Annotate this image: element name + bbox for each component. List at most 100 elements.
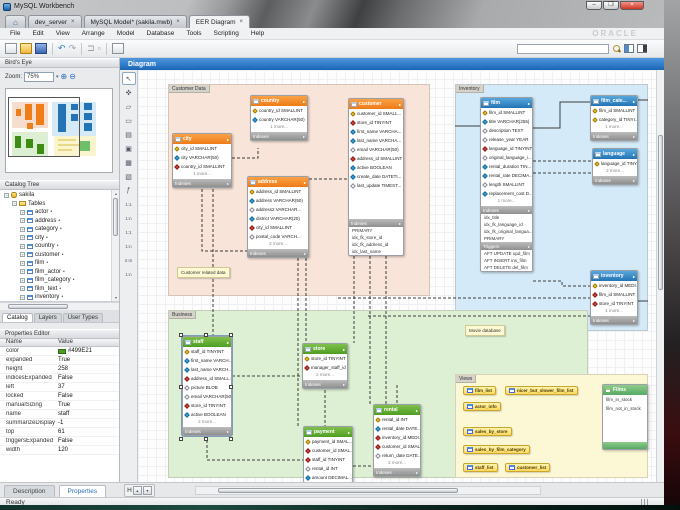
section-bar-indexes[interactable]: Indexes▸ <box>251 132 307 140</box>
collapse-arrow-icon[interactable]: ▸ <box>633 99 635 104</box>
property-row[interactable]: color#499E21 <box>0 347 119 356</box>
table-film[interactable]: film▸film_id SMALLINTtitle VARCHAR(255)d… <box>480 97 533 272</box>
column-row[interactable]: staff_id TINYINT <box>183 347 231 356</box>
title-bar[interactable]: MySQL Workbench – ❐ × <box>0 0 664 13</box>
table-inventory[interactable]: inventory▸inventory_id MEDI...film_id SM… <box>590 270 638 325</box>
expand-icon[interactable]: − <box>12 201 17 206</box>
routine-group-films[interactable]: Films film_in_stock film_not_in_stock <box>602 384 648 450</box>
collapse-arrow-icon[interactable]: ▸ <box>528 244 530 249</box>
expand-icon[interactable]: + <box>20 252 25 257</box>
eraser-tool[interactable]: ▱ <box>122 100 136 113</box>
collapse-arrow-icon[interactable]: ▸ <box>416 408 418 413</box>
column-row[interactable]: country VARCHAR(50) <box>251 115 307 124</box>
routine-item[interactable]: film_not_in_stock <box>603 404 647 413</box>
column-row[interactable]: film_id SMALLINT <box>481 108 532 117</box>
tree-item-film_actor[interactable]: +film_actor• <box>0 268 111 277</box>
column-row[interactable]: address VARCHAR(50) <box>248 196 308 205</box>
tree-vertical-scrollbar[interactable]: ▴ ▾ <box>111 190 119 301</box>
column-row[interactable]: email VARCHAR(50) <box>183 392 231 401</box>
close-icon[interactable]: × <box>240 19 244 25</box>
column-row[interactable]: rental_id INT <box>374 415 420 424</box>
more-columns-label[interactable]: 1 more... <box>591 124 637 132</box>
column-row[interactable]: create_date DATETI... <box>349 172 403 181</box>
tab-dev-server[interactable]: dev_server× <box>28 15 82 28</box>
layer-tool[interactable]: ▭ <box>122 114 136 127</box>
table-payment[interactable]: payment▸payment_id SMAL...customer_id SM… <box>303 426 353 482</box>
tab-user-types[interactable]: User Types <box>63 313 103 322</box>
more-columns-label[interactable]: 1 more... <box>481 198 532 206</box>
collapse-arrow-icon[interactable]: ▸ <box>303 99 305 104</box>
more-columns-label[interactable]: 2 more... <box>183 419 231 427</box>
collapse-arrow-icon[interactable]: ▸ <box>348 430 350 435</box>
more-columns-label[interactable]: 1 more... <box>591 308 637 316</box>
column-row[interactable]: postal_code VARCH... <box>248 232 308 241</box>
section-bar-indexes[interactable]: Indexes▸ <box>374 468 420 476</box>
collapse-arrow-icon[interactable]: ▸ <box>303 134 305 139</box>
section-bar-indexes[interactable]: Indexes▸ <box>173 179 231 187</box>
canvas-horizontal-scrollbar[interactable] <box>195 486 541 495</box>
more-columns-label[interactable]: 1 more... <box>251 124 307 132</box>
image-tool[interactable]: ▣ <box>122 142 136 155</box>
rel-1-n-existing-tool[interactable]: 1:n <box>122 268 136 281</box>
zoom-combo[interactable]: 75% <box>24 72 54 82</box>
table-header[interactable]: inventory▸ <box>591 271 637 281</box>
maximize-button[interactable]: ❐ <box>603 1 619 10</box>
diagram-canvas[interactable]: Customer Data Inventory Business Views <box>138 70 656 482</box>
section-bar-indexes[interactable]: Indexes▸ <box>591 316 637 324</box>
tree-item-address[interactable]: +address• <box>0 217 111 226</box>
table-rental[interactable]: rental▸rental_id INTrental_date DATE...i… <box>373 404 421 477</box>
section-bar-triggers[interactable]: Triggers▸ <box>481 242 532 250</box>
menu-help[interactable]: Help <box>245 30 270 37</box>
menu-tools[interactable]: Tools <box>180 30 207 37</box>
tree-item-country[interactable]: +country• <box>0 242 111 251</box>
expand-icon[interactable]: − <box>4 193 9 198</box>
view-actor-info[interactable]: actor_info <box>463 402 501 411</box>
column-row[interactable]: last_update TIMEST... <box>349 181 403 190</box>
expand-icon[interactable]: + <box>20 210 25 215</box>
column-row[interactable]: city VARCHAR(50) <box>173 153 231 162</box>
view-staff-list[interactable]: staff_list <box>463 463 498 472</box>
tab-eer-diagram[interactable]: EER Diagram× <box>189 15 250 28</box>
tab-mysql-model[interactable]: MySQL Model* (sakila.mwb)× <box>84 15 187 28</box>
column-row[interactable]: customer_id SMAL... <box>374 442 420 451</box>
expand-icon[interactable]: + <box>20 278 25 283</box>
column-row[interactable]: address_id SMALL... <box>183 374 231 383</box>
dock-down-icon[interactable]: ▾ <box>143 486 152 495</box>
section-bar-indexes[interactable]: Indexes▸ <box>591 132 637 140</box>
close-icon[interactable]: × <box>176 19 180 25</box>
rel-1-1-identifying-tool[interactable]: 1:1 <box>122 226 136 239</box>
tab-layers[interactable]: Layers <box>34 313 62 322</box>
expand-icon[interactable]: + <box>20 235 25 240</box>
birdseye-minimap[interactable] <box>5 88 113 173</box>
column-row[interactable]: release_year YEAR <box>481 135 532 144</box>
collapse-arrow-icon[interactable]: ▸ <box>399 221 401 226</box>
column-row[interactable]: country_id SMALLINT <box>251 106 307 115</box>
column-row[interactable]: last_name VARCHA... <box>349 136 403 145</box>
column-row[interactable]: active BOOLEAN <box>349 163 403 172</box>
column-row[interactable]: district VARCHAR(20) <box>248 214 308 223</box>
table-header[interactable]: address▸ <box>248 177 308 187</box>
property-row[interactable]: triggersExpandedFalse <box>0 437 119 446</box>
section-item[interactable]: idx_fk_language_id <box>481 221 532 228</box>
toggle-sidebar-icon[interactable] <box>624 44 634 53</box>
section-item[interactable]: idx_last_name <box>349 248 403 255</box>
column-row[interactable]: payment_id SMAL... <box>304 437 352 446</box>
section-bar-indexes[interactable]: Indexes▸ <box>248 249 308 257</box>
rel-n-m-identifying-tool[interactable]: n:m <box>122 254 136 267</box>
tree-item-Tables[interactable]: −Tables <box>0 200 111 209</box>
expand-icon[interactable]: + <box>20 261 25 266</box>
scroll-up-icon[interactable]: ▴ <box>112 190 119 197</box>
menu-scripting[interactable]: Scripting <box>208 30 245 37</box>
birdseye-viewport[interactable] <box>8 97 80 157</box>
property-row[interactable]: manualSizingTrue <box>0 401 119 410</box>
table-header[interactable]: film_cate...▸ <box>591 96 637 106</box>
table-store[interactable]: store▸store_id TINYINTmanager_staff_id .… <box>302 343 348 389</box>
column-row[interactable]: store_id TINYINT <box>303 354 347 363</box>
section-item[interactable]: PRIMARY <box>481 235 532 242</box>
expand-icon[interactable]: + <box>20 269 25 274</box>
tree-item-film[interactable]: +film• <box>0 259 111 268</box>
column-row[interactable]: inventory_id MEDI... <box>374 433 420 442</box>
section-bar-indexes[interactable]: Indexes▸ <box>593 176 637 184</box>
table-header[interactable]: store▸ <box>303 344 347 354</box>
table-tool[interactable]: ▦ <box>122 156 136 169</box>
